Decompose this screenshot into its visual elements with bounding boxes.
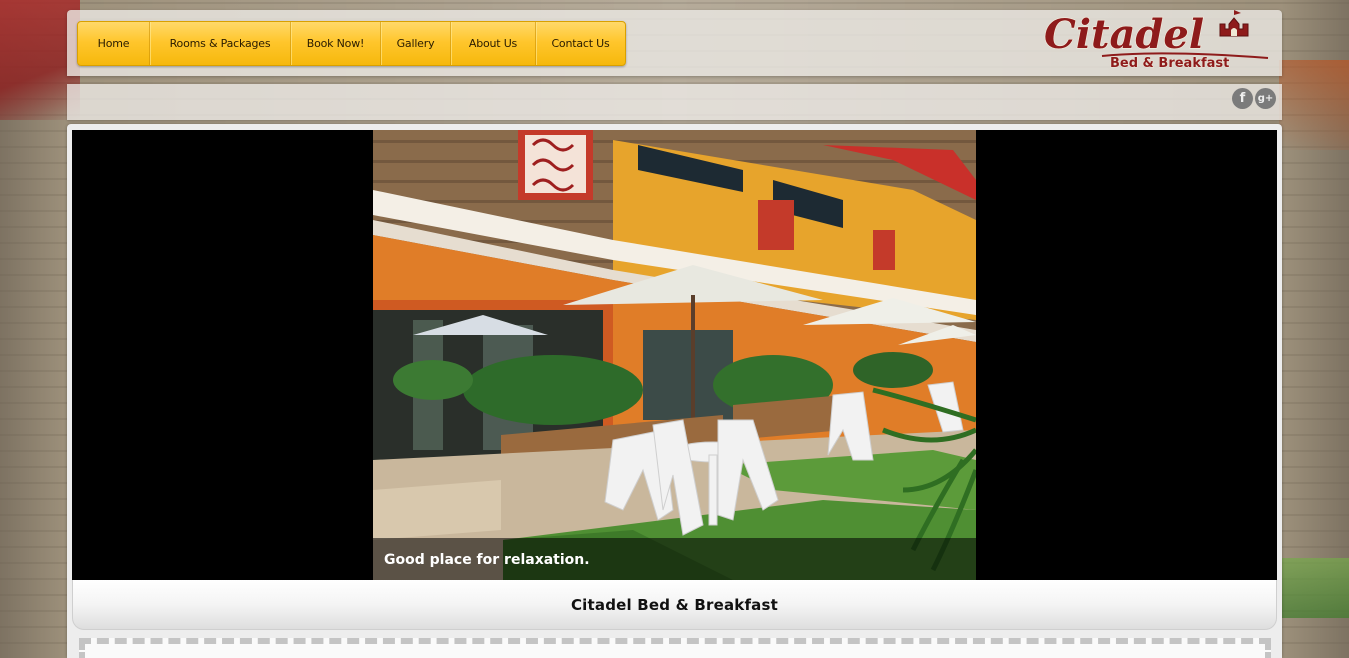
facebook-icon[interactable]: f [1232,88,1253,109]
citadel-logo[interactable]: Citadel Bed & Breakfast [1042,6,1272,74]
main-navigation: Home Rooms & Packages Book Now! Gallery … [77,21,626,66]
google-plus-icon[interactable]: g+ [1255,88,1276,109]
social-links: f g+ [1232,88,1276,109]
social-bar: f g+ [67,84,1282,120]
nav-about-us[interactable]: About Us [451,22,536,65]
site-title-bar: Citadel Bed & Breakfast [72,580,1277,630]
site-header: Home Rooms & Packages Book Now! Gallery … [67,10,1282,76]
logo-wordmark: Citadel [1044,11,1204,58]
background-roof-right [1279,60,1349,150]
slide-caption: Good place for relaxation. [384,552,590,568]
slide-caption-bar: Good place for relaxation. [373,538,976,580]
image-slider[interactable]: Good place for relaxation. [72,130,1277,580]
slide-image: Good place for relaxation. [373,130,976,580]
content-panel [79,638,1271,658]
nav-book-now[interactable]: Book Now! [291,22,381,65]
nav-rooms-packages[interactable]: Rooms & Packages [150,22,291,65]
garden-patio-photo [373,130,976,580]
nav-home[interactable]: Home [78,22,150,65]
nav-contact-us[interactable]: Contact Us [536,22,625,65]
castle-icon [1219,10,1249,37]
logo-tagline: Bed & Breakfast [1110,56,1229,71]
site-title: Citadel Bed & Breakfast [570,595,779,614]
main-content: Good place for relaxation. Citadel Bed &… [67,124,1282,658]
nav-gallery[interactable]: Gallery [381,22,451,65]
background-grass-right [1279,558,1349,618]
